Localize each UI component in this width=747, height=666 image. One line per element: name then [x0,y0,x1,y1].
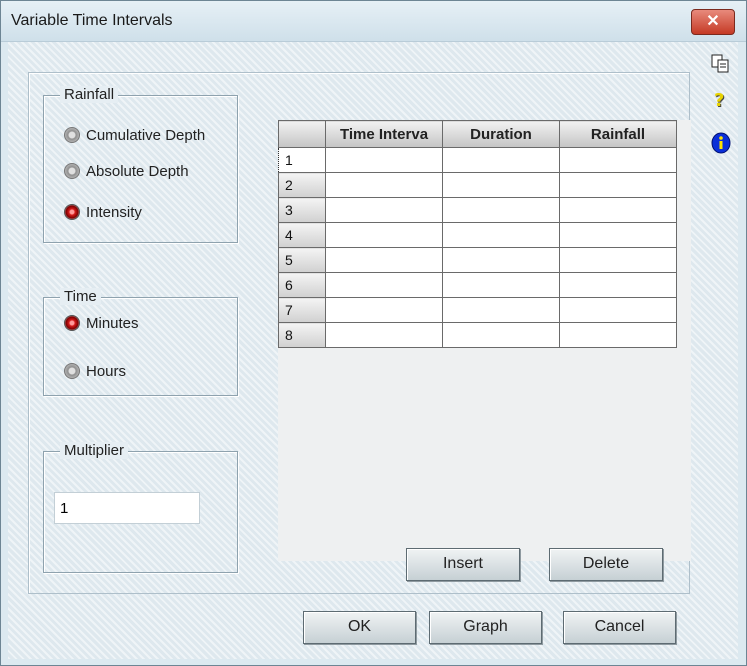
table-row: 1 [278,147,677,173]
radio-label: Intensity [86,203,142,221]
table-cell[interactable] [559,222,677,248]
multiplier-input[interactable]: 1 [54,492,200,524]
row-header[interactable]: 7 [278,297,326,323]
table-row: 7 [278,297,677,323]
table-row: 6 [278,272,677,298]
table-cell[interactable] [559,272,677,298]
info-icon[interactable] [710,132,732,159]
radio-label: Cumulative Depth [86,126,206,144]
table-row: 4 [278,222,677,248]
radio-label: Hours [86,362,127,380]
client-area: ? Rainfall Cumulative Depth Absolute Dep… [8,42,738,659]
table-cell[interactable] [325,197,443,223]
rainfall-group: Rainfall Cumulative Depth Absolute Depth… [43,86,238,243]
column-header-duration[interactable]: Duration [442,120,560,148]
table-cell[interactable] [442,172,560,198]
copy-icon[interactable] [711,54,731,79]
graph-button[interactable]: Graph [429,611,542,644]
table-row: 5 [278,247,677,273]
corner-header [278,120,326,148]
table-row: 2 [278,172,677,198]
row-header[interactable]: 5 [278,247,326,273]
table-cell[interactable] [325,272,443,298]
window-title: Variable Time Intervals [11,12,173,29]
radio-minutes-icon[interactable] [64,315,80,331]
table-cell[interactable] [442,222,560,248]
table-cell[interactable] [442,297,560,323]
table-cell[interactable] [559,197,677,223]
table-cell[interactable] [559,322,677,348]
table-cell[interactable] [442,197,560,223]
radio-label: Absolute Depth [86,162,189,180]
radio-cumulative-depth-icon[interactable] [64,127,80,143]
rainfall-legend: Rainfall [60,86,119,103]
table-cell[interactable] [559,247,677,273]
table-cell[interactable] [325,322,443,348]
radio-hours-icon[interactable] [64,363,80,379]
radio-intensity[interactable]: Intensity [64,201,142,223]
radio-hours[interactable]: Hours [64,360,126,382]
insert-button[interactable]: Insert [406,548,520,581]
table-cell[interactable] [442,147,560,173]
multiplier-group: Multiplier 1 [43,442,238,573]
main-panel: Rainfall Cumulative Depth Absolute Depth… [28,72,691,594]
table-cell[interactable] [325,222,443,248]
radio-intensity-icon[interactable] [64,204,80,220]
table-cell[interactable] [559,297,677,323]
ok-button[interactable]: OK [303,611,416,644]
row-header[interactable]: 6 [278,272,326,298]
table-row: 3 [278,197,677,223]
row-header[interactable]: 1 [278,147,326,173]
time-legend: Time [60,288,101,305]
table-cell[interactable] [559,172,677,198]
radio-cumulative-depth[interactable]: Cumulative Depth [64,124,205,146]
help-icon[interactable]: ? [714,90,724,111]
interval-table: Time Interva Duration Rainfall 1 2 3 4 5… [278,120,677,348]
table-row: 8 [278,322,677,348]
delete-button[interactable]: Delete [549,548,663,581]
row-header[interactable]: 8 [278,322,326,348]
table-cell[interactable] [559,147,677,173]
table-cell[interactable] [442,272,560,298]
copy-icon-graphic [711,54,729,73]
multiplier-legend: Multiplier [60,442,129,459]
table-cell[interactable] [325,297,443,323]
close-button[interactable]: ✕ [691,9,735,35]
table-cell[interactable] [442,247,560,273]
interval-grid: Time Interva Duration Rainfall 1 2 3 4 5… [278,120,691,561]
title-bar: Variable Time Intervals ✕ [1,1,746,42]
row-header[interactable]: 4 [278,222,326,248]
table-header-row: Time Interva Duration Rainfall [278,120,677,148]
info-icon-graphic [711,132,731,154]
radio-minutes[interactable]: Minutes [64,312,139,334]
row-header[interactable]: 3 [278,197,326,223]
table-cell[interactable] [325,247,443,273]
radio-absolute-depth[interactable]: Absolute Depth [64,160,189,182]
column-header-time-interval[interactable]: Time Interva [325,120,443,148]
radio-absolute-depth-icon[interactable] [64,163,80,179]
dialog-window: Variable Time Intervals ✕ ? Rainfall Cum… [0,0,747,666]
table-cell[interactable] [325,172,443,198]
radio-label: Minutes [86,314,139,332]
table-cell[interactable] [442,322,560,348]
table-cell[interactable] [325,147,443,173]
cancel-button[interactable]: Cancel [563,611,676,644]
column-header-rainfall[interactable]: Rainfall [559,120,677,148]
time-group: Time Minutes Hours [43,288,238,396]
row-header[interactable]: 2 [278,172,326,198]
